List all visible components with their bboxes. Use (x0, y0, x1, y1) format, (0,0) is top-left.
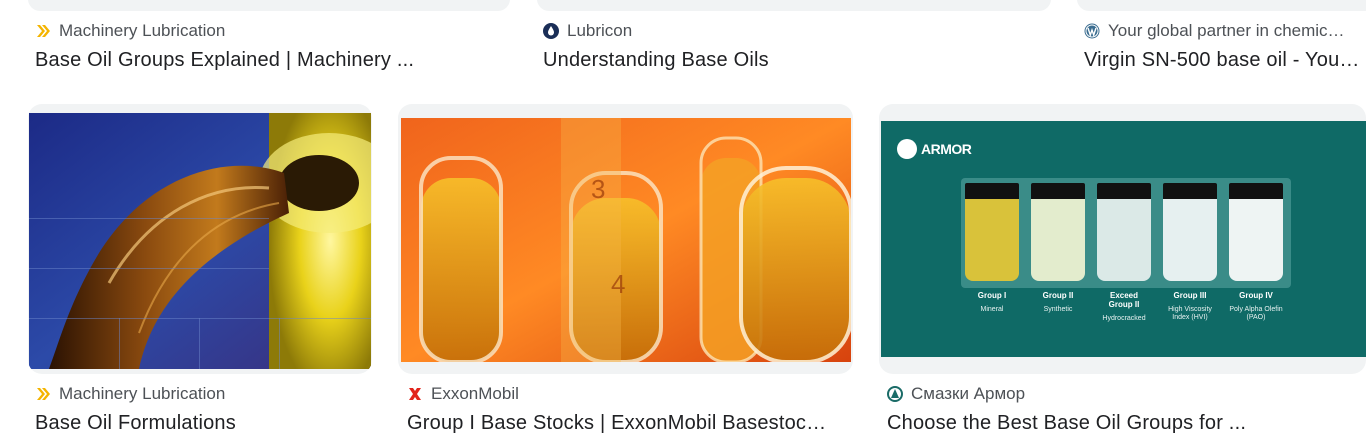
bottle-cap (1229, 183, 1283, 199)
result-source[interactable]: Machinery Lubrication (35, 21, 495, 41)
bottle-liquid (965, 199, 1019, 281)
result-title[interactable]: Base Oil Formulations (35, 412, 365, 435)
bottle-group-desc: Synthetic (1043, 306, 1073, 313)
bottle-group-desc: High Viscosity Index (HVI) (1168, 306, 1212, 321)
result-title[interactable]: Group I Base Stocks | ExxonMobil Basesto… (407, 412, 837, 435)
result-source[interactable]: ExxonMobil (407, 384, 847, 404)
result-title[interactable]: Base Oil Groups Explained | Machinery ..… (35, 49, 505, 72)
armor-brand: ARMOR (921, 141, 972, 157)
drop-icon (543, 23, 559, 39)
bottle-cap (1163, 183, 1217, 199)
bottle-liquid (1163, 199, 1217, 281)
result-source[interactable]: Your global partner in chemic… (1084, 21, 1366, 41)
result-card-top[interactable] (1077, 0, 1366, 11)
bottle-group-label: Group III (1173, 291, 1207, 300)
wordpress-icon (1084, 23, 1100, 39)
result-thumbnail: 3 4 (401, 118, 851, 362)
result-title[interactable]: Understanding Base Oils (543, 49, 1023, 72)
exxon-x-icon (407, 386, 423, 402)
svg-text:3: 3 (591, 174, 605, 204)
bottle-group-label: Group IV (1239, 291, 1273, 300)
bottle-group-desc: Poly Alpha Olefin (PAO) (1229, 306, 1283, 321)
result-thumbnail (29, 113, 371, 369)
bottle-liquid (1097, 199, 1151, 281)
svg-text:4: 4 (611, 269, 625, 299)
result-image-card[interactable]: 3 4 (398, 104, 853, 374)
bottle-liquid (1229, 199, 1283, 281)
result-title[interactable]: Choose the Best Base Oil Groups for ... (887, 412, 1357, 435)
armor-logo: ARMOR (897, 139, 972, 159)
bottle-group-label: Exceed Group II (1108, 291, 1140, 309)
bottle-row: Group I Mineral Group II Synthetic Exceed Gr… (965, 183, 1295, 353)
bottle-cap (1097, 183, 1151, 199)
oil-bottle: Group IV Poly Alpha Olefin (PAO) (1229, 183, 1283, 322)
result-source-label: ExxonMobil (431, 384, 519, 403)
oil-bottle: Exceed Group II Hydrocracked (1097, 183, 1151, 323)
result-image-card[interactable] (28, 104, 372, 374)
result-source[interactable]: Lubricon (543, 21, 1023, 41)
chevron-double-icon (35, 386, 51, 402)
bottle-group-desc: Mineral (980, 306, 1004, 313)
armor-logo-icon (897, 139, 917, 159)
result-source-label: Your global partner in chemic… (1108, 21, 1345, 40)
bottle-cap (965, 183, 1019, 199)
bottle-cap (1031, 183, 1085, 199)
result-source[interactable]: Смазки Армор (887, 384, 1357, 404)
result-source-label: Machinery Lubrication (59, 21, 226, 40)
result-card-top[interactable] (537, 0, 1051, 11)
bottle-group-label: Group I (977, 291, 1007, 300)
bottle-group-label: Group II (1042, 291, 1074, 300)
oil-bottle: Group II Synthetic (1031, 183, 1085, 314)
result-source-label: Machinery Lubrication (59, 384, 226, 403)
result-card-top[interactable] (28, 0, 510, 11)
bottle-group-desc: Hydrocracked (1102, 315, 1146, 322)
result-source-label: Смазки Армор (911, 384, 1026, 403)
oil-bottle: Group I Mineral (965, 183, 1019, 314)
bottle-liquid (1031, 199, 1085, 281)
armor-icon (887, 386, 903, 402)
chevron-double-icon (35, 23, 51, 39)
result-image-card[interactable]: ARMOR Group I Mineral Group II Synthetic Exc… (879, 104, 1366, 374)
oil-bottle: Group III High Viscosity Index (HVI) (1163, 183, 1217, 322)
result-source[interactable]: Machinery Lubrication (35, 384, 365, 404)
result-source-label: Lubricon (567, 21, 633, 40)
result-thumbnail: ARMOR Group I Mineral Group II Synthetic Exc… (881, 121, 1366, 357)
result-title[interactable]: Virgin SN-500 base oil - You… (1084, 49, 1366, 72)
